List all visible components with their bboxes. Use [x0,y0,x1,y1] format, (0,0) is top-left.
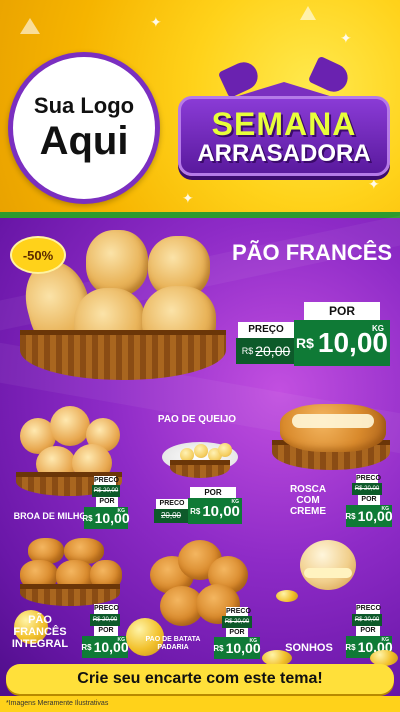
logo-line1: Sua Logo [33,93,135,118]
footer-disclaimer: *Imagens Meramente Ilustrativas [0,696,400,712]
por-label: POR [358,495,380,505]
featured-por-label: POR [304,302,380,320]
banner-title-line2: ARRASADORA [197,140,371,167]
currency: R$ [190,506,201,516]
header-banner: ✦ ✦ ✦ ✦ Sua Logo Aqui SEMANA ARRASADORA [0,0,400,218]
preco-label: PRECO [156,499,188,509]
bread-roll [86,230,148,296]
old-price: R$ 20,00 [352,483,382,495]
unit: KG [249,638,258,644]
currency: R$ [345,642,356,652]
gold-coin [276,590,298,602]
por-label: POR [190,487,236,498]
featured-unit: KG [372,324,384,333]
logo-placeholder: Sua Logo Aqui [8,52,160,204]
old-price-value: R$ 20,00 [354,617,380,623]
old-price: R$ 20,00 [90,614,120,626]
featured-old-price: R$ 20,00 [236,338,296,364]
currency: R$ [213,643,224,653]
currency: R$ [81,642,92,652]
featured-price: R$ 10,00 KG [294,320,390,366]
featured-title: PÃO FRANCÊS [231,240,393,265]
price-value: 10,00 [202,502,240,520]
featured-preco-label: PREÇO [238,322,294,338]
currency: R$ [345,511,356,521]
unit: KG [381,637,390,643]
cream-topping [292,414,374,428]
preco-label: PRECO [94,604,119,614]
cheese-bread [218,443,232,457]
broa-piece [50,406,90,446]
cream-filling [304,568,352,578]
currency: R$ [82,513,93,523]
old-price-value: R$ 20,00 [224,619,250,625]
featured-currency: R$ [296,335,314,351]
cta-banner[interactable]: Crie seu encarte com este tema! [6,664,394,694]
product-name-pao-batata: PAO DE BATATA PADARIA [145,636,201,651]
por-label: POR [356,626,380,636]
old-price-value: R$ 20,00 [92,617,118,623]
price-tag: R$ 10,00 KG [81,636,129,658]
price-tag: R$ 10,00 KG [82,507,130,529]
unit: KG [231,499,240,505]
price-tag: R$ 10,00 KG [188,498,242,524]
old-price: R$ 20,00 [222,616,252,628]
product-name-rosca: ROSCA COM CREME [289,484,327,517]
preco-label: PRECO [356,604,381,614]
old-price-value: R$ 20,00 [93,488,119,494]
product-name-pao-de-queijo: PAO DE QUEIJO [157,414,237,425]
unit: KG [381,506,390,512]
unit: KG [117,508,126,514]
product-name-sonhos: SONHOS [285,642,333,654]
banner-title-line1: SEMANA [211,106,357,142]
product-name-broa: BROA DE MILHO [13,511,87,521]
old-price-value: R$ 20,00 [354,486,380,492]
old-price: 20,00 [154,509,188,523]
featured-old-value: 20,00 [255,343,291,359]
sonho-pastry [300,540,356,590]
triangle-decoration [20,18,40,34]
product-name-pao-integral: PÃO FRANCÊS INTEGRAL [11,614,69,651]
triangle-decoration [300,6,316,20]
price-tag: R$ 10,00 KG [345,505,393,527]
sparkle-icon: ✦ [182,190,194,206]
price-tag: R$ 10,00 KG [213,637,261,659]
old-price: R$ 20,00 [92,485,120,497]
por-label: POR [94,626,118,636]
discount-badge: -50% [10,236,66,274]
featured-old-currency: R$ [241,346,254,356]
unit: KG [117,637,126,643]
old-price: R$ 20,00 [352,614,382,626]
cheese-bread [194,444,208,458]
rosca-bread [280,404,386,452]
old-price-value: 20,00 [160,511,182,520]
por-label: POR [96,497,118,507]
logo-line2: Aqui [39,119,129,163]
sparkle-icon: ✦ [150,14,162,30]
sparkle-icon: ✦ [340,30,352,46]
campaign-title-banner: SEMANA ARRASADORA [178,82,390,180]
